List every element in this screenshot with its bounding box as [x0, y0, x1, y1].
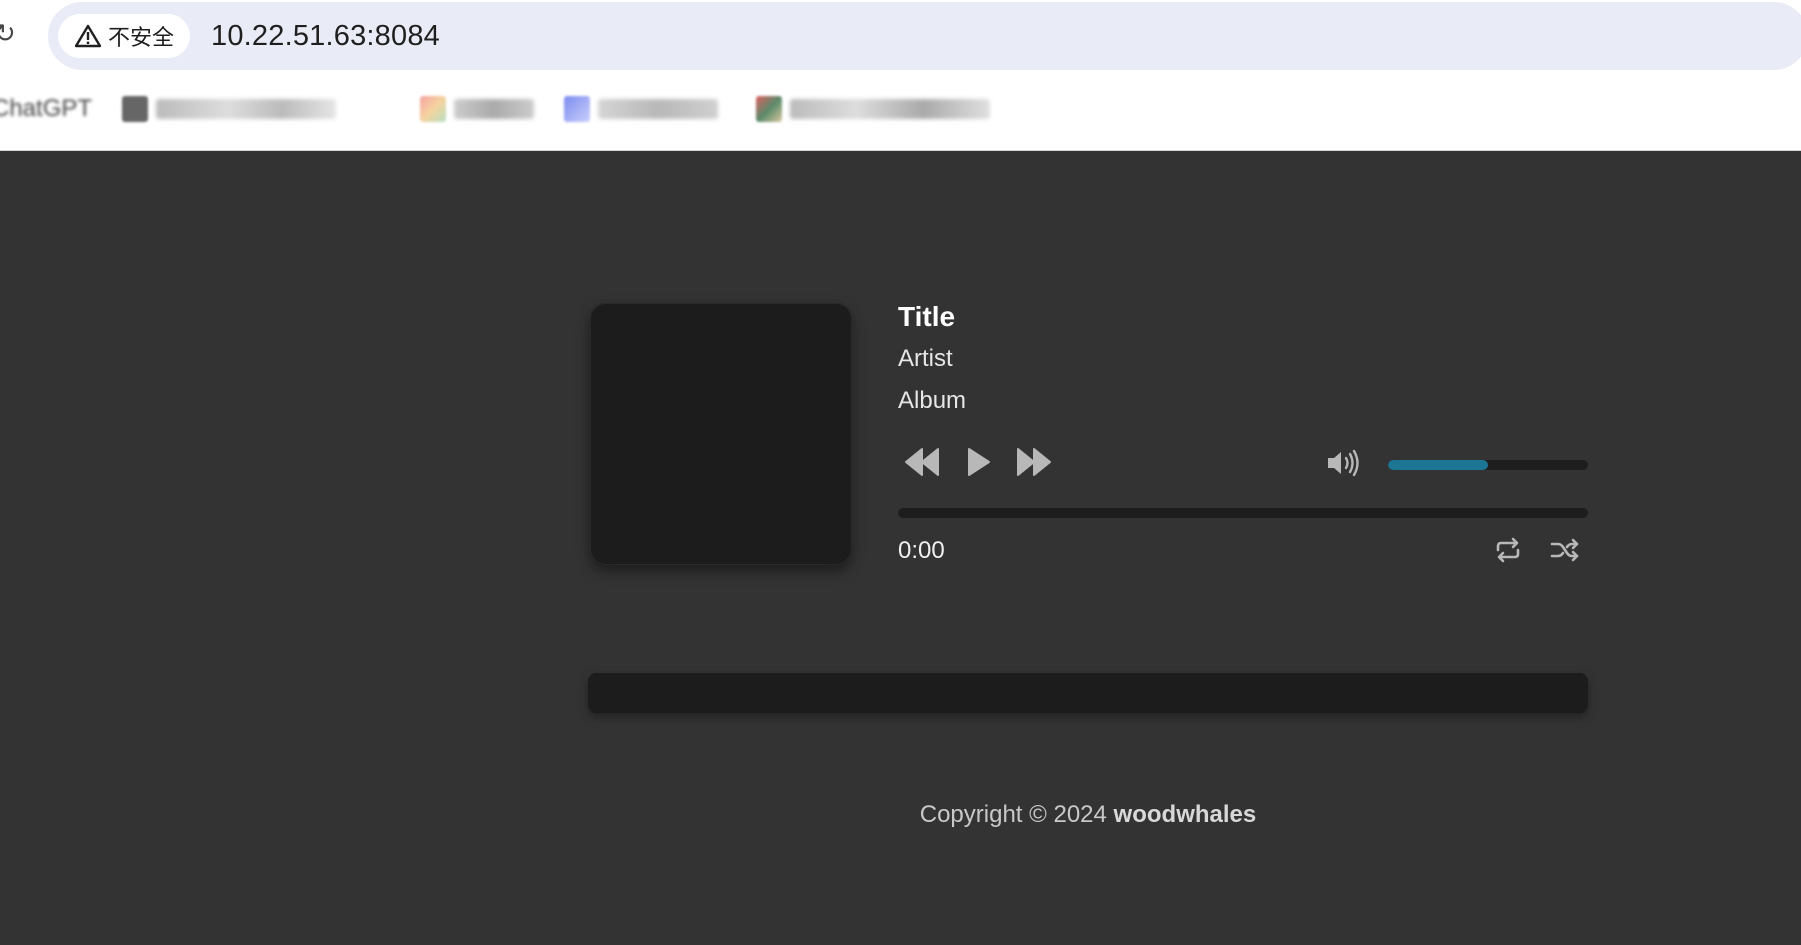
- security-label: 不安全: [108, 26, 175, 51]
- copyright-text: Copyright © 2024: [919, 801, 1107, 828]
- footer: Copyright © 2024 woodwhales: [0, 801, 1801, 829]
- bookmark-label: ChatGPT: [0, 95, 93, 122]
- track-album: Album: [898, 387, 967, 414]
- bookmark-item[interactable]: [420, 94, 534, 124]
- shuffle-icon: [1550, 538, 1579, 562]
- bookmark-blurred: [156, 99, 336, 119]
- bookmark-favicon-icon: [122, 96, 148, 122]
- bookmark-blurred: [790, 99, 990, 119]
- bookmark-blurred: [454, 99, 534, 119]
- repeat-icon: [1496, 537, 1520, 563]
- url-text[interactable]: 10.22.51.63:8084: [211, 20, 440, 53]
- track-artist: Artist: [898, 345, 953, 372]
- bookmark-favicon-icon: [420, 96, 446, 122]
- progress-bar[interactable]: [898, 508, 1588, 518]
- fast-forward-icon: [1017, 448, 1051, 476]
- playlist-container: [588, 673, 1588, 713]
- bookmark-item[interactable]: [756, 94, 990, 124]
- current-time: 0:00: [898, 537, 945, 564]
- reload-icon[interactable]: ↻: [0, 21, 16, 47]
- bookmarks-bar: ChatGPT: [0, 88, 1801, 134]
- rewind-icon: [905, 448, 939, 476]
- bookmark-item[interactable]: [122, 94, 336, 124]
- security-indicator[interactable]: 不安全: [58, 14, 190, 58]
- volume-button[interactable]: [1326, 448, 1362, 478]
- rewind-button[interactable]: [904, 447, 940, 477]
- bookmark-blurred: [598, 99, 718, 119]
- volume-slider[interactable]: [1388, 460, 1588, 470]
- bookmark-favicon-icon: [756, 96, 782, 122]
- bookmark-chatgpt[interactable]: ChatGPT: [0, 94, 92, 124]
- warning-icon: [74, 24, 102, 48]
- music-player-page: Title Artist Album 0:00 Copyright © 2024…: [0, 151, 1801, 945]
- bookmark-favicon-icon: [564, 96, 590, 122]
- author-name: woodwhales: [1113, 801, 1257, 828]
- track-title: Title: [898, 301, 956, 332]
- browser-chrome: ↻ 不安全 10.22.51.63:8084 ChatGPT: [0, 0, 1801, 151]
- play-icon: [968, 448, 990, 476]
- play-button[interactable]: [966, 447, 992, 477]
- repeat-button[interactable]: [1494, 537, 1522, 563]
- volume-icon: [1328, 449, 1359, 477]
- album-cover: [590, 303, 852, 565]
- shuffle-button[interactable]: [1550, 537, 1580, 563]
- volume-slider-fill: [1388, 460, 1488, 470]
- address-bar[interactable]: 不安全 10.22.51.63:8084: [48, 2, 1801, 70]
- fast-forward-button[interactable]: [1016, 447, 1052, 477]
- bookmark-item[interactable]: [564, 94, 718, 124]
